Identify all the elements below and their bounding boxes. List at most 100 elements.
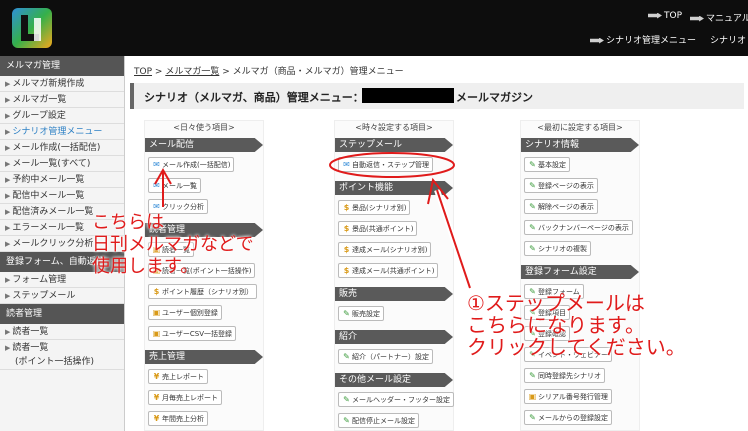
sidebar-item[interactable]: ▶ メルマガ新規作成 (0, 76, 124, 92)
breadcrumb-current: メルマガ（商品・メルマガ）管理メニュー (232, 67, 404, 77)
sidebar-item-label: メルマガ一覧 (12, 95, 67, 105)
user-icon: ▣ (152, 329, 161, 338)
menu-button[interactable]: ▣ ユーザーCSV一括登録 (148, 326, 236, 341)
triangle-right-icon: ▶ (5, 240, 11, 248)
yen-icon: ¥ (153, 372, 160, 381)
menu-button[interactable]: ¥ 月毎売上レポート (148, 390, 222, 405)
menu-button-label: 販売設定 (352, 310, 380, 318)
sidebar-item[interactable]: ▶ メルマガ一覧 (0, 92, 124, 108)
pencil-icon: ✎ (529, 371, 536, 380)
menu-button-label: 配信停止メール設定 (352, 417, 415, 425)
menu-button[interactable]: $ 景品(シナリオ別) (338, 200, 411, 215)
menu-button[interactable]: ✎ 登録ページの表示 (524, 178, 598, 193)
sidebar-item[interactable]: ▶ グループ設定 (0, 108, 124, 124)
sidebar-section-header: メルマガ管理 (0, 56, 124, 76)
sidebar-item[interactable]: ▶ 予約中メール一覧 (0, 172, 124, 188)
menu-button[interactable]: ✎ バックナンバーページの表示 (524, 220, 633, 235)
sidebar-item[interactable]: ▶ 読者一覧 (0, 324, 124, 340)
menu-button[interactable]: ✎ 解除ページの表示 (524, 199, 598, 214)
dollar-icon: $ (343, 245, 350, 254)
triangle-right-icon: ▶ (5, 328, 11, 336)
menu-button[interactable]: $ 達成メール(共通ポイント) (338, 263, 439, 278)
pencil-icon: ✎ (343, 352, 350, 361)
menu-button[interactable]: ✎ 同時登録先シナリオ (524, 368, 605, 383)
menu-button-label: 登録ページの表示 (538, 182, 594, 190)
menu-button[interactable]: ✎ 配信停止メール設定 (338, 413, 419, 428)
menu-section-header: メール配信 (145, 138, 263, 152)
sidebar-item[interactable]: ▶ メール作成(一括配信) (0, 140, 124, 156)
menu-button[interactable]: ¥ 売上レポート (148, 369, 208, 384)
sidebar-item-label: 配信中メール一覧 (12, 191, 85, 201)
menu-button-label: メール一覧 (162, 182, 197, 190)
triangle-right-icon: ▶ (5, 96, 11, 104)
menu-button[interactable]: ▣ シリアル番号発行管理 (524, 389, 612, 404)
menu-button[interactable]: $ ポイント履歴（シナリオ別） (148, 284, 257, 299)
arrow-right-icon (590, 37, 604, 44)
sidebar-item[interactable]: ▶ 読者一覧 (ポイント一括操作) (0, 340, 124, 370)
menu-button[interactable]: ✎ メールヘッダー・フッター設定 (338, 392, 454, 407)
menu-button-label: メールヘッダー・フッター設定 (352, 396, 450, 404)
menu-button[interactable]: ✉ メール作成(一括配信) (148, 157, 235, 172)
menu-button-label: ポイント履歴（シナリオ別） (162, 288, 253, 296)
pencil-icon: ✎ (343, 416, 350, 425)
menu-button-label: バックナンバーページの表示 (538, 224, 629, 232)
pencil-icon: ✎ (343, 395, 350, 404)
triangle-right-icon: ▶ (5, 208, 11, 216)
menu-section-header: 売上管理 (145, 350, 263, 364)
sidebar-item-label: メール作成(一括配信) (12, 143, 101, 153)
sidebar-item[interactable]: ▶ メール一覧(すべて) (0, 156, 124, 172)
scenario-menu-link[interactable]: シナリオ管理メニュー (590, 33, 696, 46)
menu-button-label: 同時登録先シナリオ (538, 372, 601, 380)
sidebar-item[interactable]: ▶ シナリオ管理メニュー (0, 124, 124, 140)
sidebar-item-label: ステップメール (12, 291, 76, 301)
menu-button-label: 紹介（パートナー）設定 (352, 353, 429, 361)
sidebar-item-label: 読者一覧 (12, 343, 49, 353)
menu-button[interactable]: $ 景品(共通ポイント) (338, 221, 418, 236)
menu-button[interactable]: ¥ 年間売上分析 (148, 411, 208, 426)
column-header: <日々使う項目> (173, 123, 235, 132)
pencil-icon: ✎ (529, 223, 536, 232)
page-title: シナリオ（メルマガ、商品）管理メニュー： (144, 91, 364, 104)
menu-button[interactable]: ✎ 紹介（パートナー）設定 (338, 349, 433, 364)
menu-button[interactable]: $ 達成メール(シナリオ別) (338, 242, 432, 257)
menu-button[interactable]: ✉ メール一覧 (148, 178, 201, 193)
mail-icon: ✉ (153, 181, 160, 190)
menu-button[interactable]: ✉ 自動返信・ステップ管理 (338, 157, 433, 172)
breadcrumb: TOP > メルマガ一覧 > メルマガ（商品・メルマガ）管理メニュー (134, 67, 404, 77)
app-logo[interactable] (12, 8, 52, 48)
yen-icon: ¥ (153, 414, 160, 423)
breadcrumb-top[interactable]: TOP (134, 67, 152, 77)
menu-button[interactable]: ▣ ユーザー個別登録 (148, 305, 222, 320)
pencil-icon: ✎ (529, 244, 536, 253)
menu-button[interactable]: ✎ 基本設定 (524, 157, 570, 172)
pencil-icon: ✎ (529, 160, 536, 169)
arrow-right-icon (648, 12, 662, 19)
menu-button-label: 年間売上分析 (162, 415, 204, 423)
dollar-icon: $ (343, 203, 350, 212)
sidebar-item[interactable]: ▶ 配信中メール一覧 (0, 188, 124, 204)
menu-button-label: クリック分析 (162, 203, 204, 211)
menu-button[interactable]: ✎ シナリオの複製 (524, 241, 591, 256)
pencil-icon: ✎ (343, 309, 350, 318)
sidebar-item-label: エラーメール一覧 (12, 223, 85, 233)
top-link[interactable]: TOP (648, 11, 682, 21)
scenario-link[interactable]: シナリオ (710, 33, 746, 46)
sidebar-item-label: メール一覧(すべて) (12, 159, 91, 169)
mail-icon: ✉ (343, 160, 350, 169)
manual-link[interactable]: マニュアル (690, 11, 748, 24)
column-header: <時々設定する項目> (355, 123, 433, 132)
menu-button-label: 自動返信・ステップ管理 (352, 161, 429, 169)
menu-button-label: 景品(シナリオ別) (352, 204, 407, 212)
triangle-right-icon: ▶ (5, 192, 11, 200)
annotation-left-text: こちらは 日刊メルマガなどで 使用します。 (92, 212, 254, 277)
app-window: TOP マニュアル シナリオ管理メニュー シナリオ メルマガ管理 ▶ メルマガ新規作… (0, 0, 748, 431)
sidebar-item[interactable]: ▶ ステップメール (0, 288, 124, 304)
pencil-icon: ✎ (529, 413, 536, 422)
triangle-right-icon: ▶ (5, 292, 11, 300)
menu-button[interactable]: ✎ メールからの登録設定 (524, 410, 612, 425)
menu-button[interactable]: ✎ 販売設定 (338, 306, 384, 321)
sidebar-item-label: 配信済みメール一覧 (12, 207, 94, 217)
breadcrumb-list[interactable]: メルマガ一覧 (165, 67, 219, 77)
top-bar: TOP マニュアル シナリオ管理メニュー シナリオ (0, 0, 748, 56)
user-icon: ▣ (528, 392, 537, 401)
